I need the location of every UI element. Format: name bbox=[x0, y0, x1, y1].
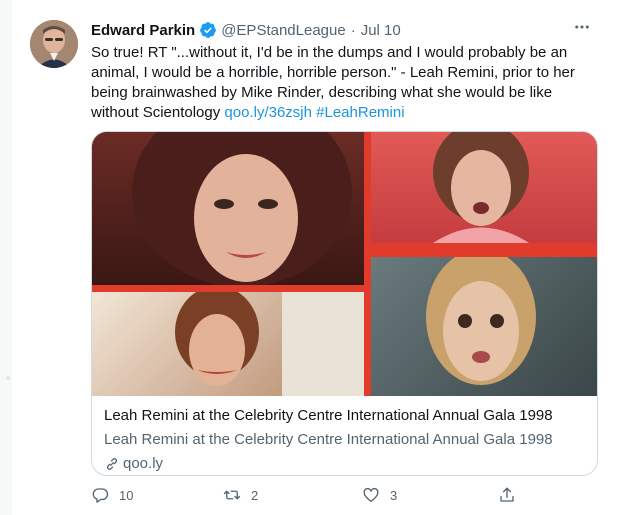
card-domain-row: qoo.ly bbox=[104, 454, 585, 474]
retweet-icon bbox=[223, 490, 241, 500]
retweet-button[interactable]: 2 bbox=[223, 486, 258, 504]
card-title: Leah Remini at the Celebrity Centre Inte… bbox=[104, 407, 553, 424]
tweet-link[interactable]: qoo.ly/36zsjh bbox=[224, 104, 312, 121]
tweet-date[interactable]: Jul 10 bbox=[361, 22, 401, 39]
like-button[interactable]: 3 bbox=[362, 486, 397, 504]
verified-badge-icon bbox=[200, 22, 217, 38]
avatar[interactable] bbox=[30, 20, 78, 68]
link-icon bbox=[106, 458, 118, 470]
reply-count: 10 bbox=[119, 487, 134, 503]
retweet-count: 2 bbox=[251, 487, 259, 503]
share-button[interactable] bbox=[498, 486, 516, 504]
reply-icon bbox=[92, 488, 109, 503]
tweet[interactable]: Edward Parkin @EPStandLeague · Jul 10 So… bbox=[0, 0, 617, 515]
tweet-text: So true! RT "...without it, I'd be in th… bbox=[91, 43, 596, 123]
link-card[interactable]: Leah Remini at the Celebrity Centre Inte… bbox=[91, 131, 598, 476]
collage-photo-bottom-right bbox=[371, 257, 597, 396]
collage-photo-top-right bbox=[371, 132, 597, 243]
tweet-header: Edward Parkin @EPStandLeague · Jul 10 bbox=[91, 19, 401, 41]
left-edge-strip bbox=[0, 0, 12, 515]
reply-button[interactable]: 10 bbox=[91, 486, 133, 504]
tweet-actions: 10 2 3 bbox=[91, 486, 531, 508]
tweet-hashtag[interactable]: #LeahRemini bbox=[316, 104, 404, 121]
author-name[interactable]: Edward Parkin bbox=[91, 22, 195, 39]
author-handle[interactable]: @EPStandLeague bbox=[221, 22, 346, 39]
share-icon bbox=[500, 487, 514, 502]
more-options-icon bbox=[575, 25, 589, 29]
collage-photo-bottom-left bbox=[92, 292, 364, 396]
card-text: Leah Remini at the Celebrity Centre Inte… bbox=[104, 406, 585, 474]
left-edge-dot bbox=[6, 376, 10, 380]
collage-photo-top-left bbox=[92, 132, 364, 285]
more-options-button[interactable] bbox=[567, 12, 597, 42]
card-image-collage bbox=[92, 132, 597, 396]
like-icon bbox=[363, 487, 379, 503]
header-separator: · bbox=[350, 21, 356, 39]
card-domain: qoo.ly bbox=[123, 455, 164, 472]
like-count: 3 bbox=[390, 487, 398, 503]
card-description: Leah Remini at the Celebrity Centre Inte… bbox=[104, 431, 553, 448]
avatar-photo bbox=[30, 20, 78, 68]
